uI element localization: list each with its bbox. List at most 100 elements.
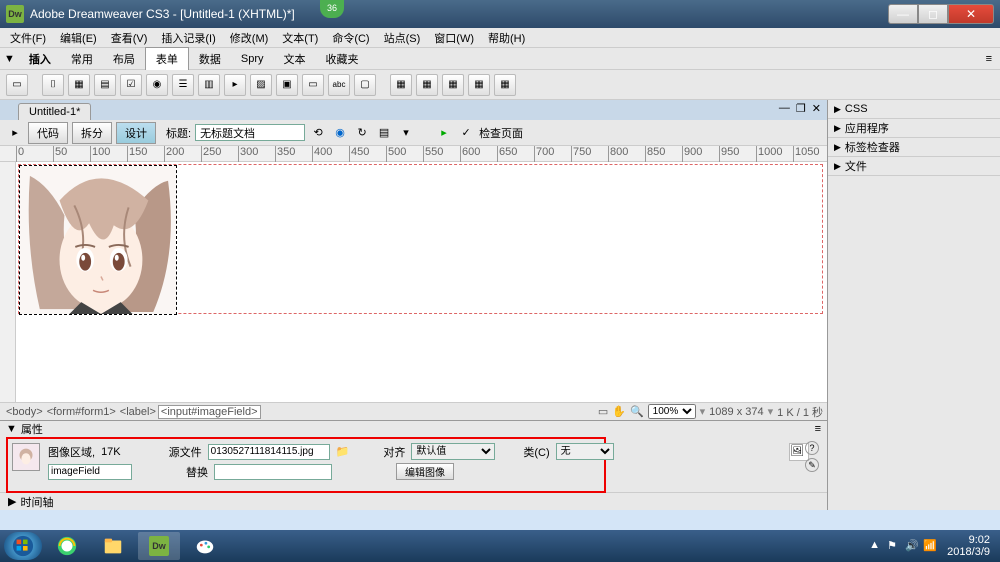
minimize-button[interactable]: — (888, 4, 918, 24)
insert-tab-spry[interactable]: Spry (231, 50, 274, 68)
form-tool-spry4[interactable]: ▦ (468, 74, 490, 96)
form-tool-spry5[interactable]: ▦ (494, 74, 516, 96)
prop-src-input[interactable] (208, 444, 330, 460)
insert-menu-arrow[interactable]: ▼ (0, 53, 19, 65)
menu-edit[interactable]: 编辑(E) (54, 28, 103, 48)
zoom-tool-icon[interactable]: 🔍 (630, 405, 644, 418)
maximize-button[interactable]: ◻ (918, 4, 948, 24)
taskbar-explorer-icon[interactable] (92, 532, 134, 560)
tray-icon[interactable]: 🔊 (905, 539, 919, 553)
tag-body[interactable]: <body> (4, 406, 45, 418)
form-tool-fieldset[interactable]: ▢ (354, 74, 376, 96)
timeline-bar[interactable]: ▶ 时间轴 (0, 492, 827, 510)
form-tool-file[interactable]: ▣ (276, 74, 298, 96)
folder-icon[interactable]: 📁 (336, 445, 350, 458)
edit-image-button[interactable]: 编辑图像 (396, 463, 454, 480)
doc-tool-check2-icon[interactable]: ✓ (457, 124, 475, 142)
tag-input[interactable]: <input#imageField> (158, 405, 261, 419)
insert-tab-forms[interactable]: 表单 (145, 47, 189, 70)
tray-clock[interactable]: 9:02 2018/3/9 (947, 534, 990, 558)
prop-alt-input[interactable] (214, 464, 332, 480)
insert-tab-data[interactable]: 数据 (189, 48, 231, 70)
form-tool-radio[interactable]: ◉ (146, 74, 168, 96)
timeline-collapse-icon[interactable]: ▶ (8, 495, 16, 508)
menu-text[interactable]: 文本(T) (276, 28, 324, 48)
form-tool-spry1[interactable]: ▦ (390, 74, 412, 96)
quick-tag-icon[interactable]: ✎ (805, 458, 819, 472)
help-icon[interactable]: ? (805, 441, 819, 455)
doc-tool-file-icon[interactable]: ▤ (375, 124, 393, 142)
prop-class-select[interactable]: 无 (556, 443, 614, 460)
tag-form[interactable]: <form#form1> (45, 406, 118, 418)
prop-align-select[interactable]: 默认值 (411, 443, 495, 460)
view-design-button[interactable]: 设计 (116, 122, 156, 144)
form-tool-image[interactable]: ▨ (250, 74, 272, 96)
form-tool-label[interactable]: abc (328, 74, 350, 96)
prop-id-input[interactable] (48, 464, 132, 480)
dreamweaver-icon: Dw (6, 5, 24, 23)
design-canvas[interactable] (16, 162, 827, 402)
start-button[interactable] (4, 532, 42, 560)
menu-insert[interactable]: 插入记录(I) (155, 28, 221, 48)
form-tool-textarea[interactable]: ▤ (94, 74, 116, 96)
form-tool-spry3[interactable]: ▦ (442, 74, 464, 96)
doc-tool-globe-icon[interactable]: ◉ (331, 124, 349, 142)
taskbar-dreamweaver-icon[interactable]: Dw (138, 532, 180, 560)
title-input[interactable] (195, 124, 305, 141)
doc-close-icon[interactable]: ✕ (812, 102, 821, 115)
tray-icon[interactable]: 📶 (923, 539, 937, 553)
form-tool-radiogroup[interactable]: ☰ (172, 74, 194, 96)
form-tool-hidden[interactable]: ▦ (68, 74, 90, 96)
doc-tool-refresh-icon[interactable]: ↻ (353, 124, 371, 142)
form-tool-jump[interactable]: ▸ (224, 74, 246, 96)
document-tab[interactable]: Untitled-1* (18, 103, 91, 120)
insert-tab-text[interactable]: 文本 (274, 48, 316, 70)
tray-icon[interactable]: ⚑ (887, 539, 901, 553)
pointer-tool-icon[interactable]: ▭ (598, 405, 608, 418)
doc-tool-1-icon[interactable]: ⟲ (309, 124, 327, 142)
doc-tool-view-icon[interactable]: ▾ (397, 124, 415, 142)
status-size: 1 K / 1 秒 (777, 404, 823, 420)
panel-files-label: 文件 (845, 158, 867, 174)
doc-restore-icon[interactable]: ❐ (796, 102, 806, 115)
insert-expand-icon[interactable]: ≡ (978, 53, 1000, 65)
view-code-button[interactable]: 代码 (28, 122, 68, 144)
insert-tab-common[interactable]: 常用 (61, 48, 103, 70)
form-tool-list[interactable]: ▥ (198, 74, 220, 96)
insert-tab-favorites[interactable]: 收藏夹 (316, 48, 369, 70)
properties-collapse-icon[interactable]: ▼ (6, 423, 17, 435)
menu-file[interactable]: 文件(F) (4, 28, 52, 48)
zoom-select[interactable]: 100% (648, 404, 696, 419)
form-tool-button[interactable]: ▭ (302, 74, 324, 96)
form-tool-textfield[interactable]: ⌷ (42, 74, 64, 96)
menu-commands[interactable]: 命令(C) (326, 28, 375, 48)
doc-minimize-icon[interactable]: — (779, 102, 790, 115)
check-page-label[interactable]: 检查页面 (479, 125, 523, 141)
taskbar-ie-icon[interactable] (46, 532, 88, 560)
window-title: Adobe Dreamweaver CS3 - [Untitled-1 (XHT… (30, 7, 888, 21)
hand-tool-icon[interactable]: ✋ (612, 405, 626, 418)
panel-tag-inspector[interactable]: ▶标签检查器 (828, 138, 1000, 156)
taskbar-paint-icon[interactable] (184, 532, 226, 560)
tray-icon[interactable]: ▲ (869, 539, 883, 553)
close-button[interactable]: ✕ (948, 4, 994, 24)
panel-application[interactable]: ▶应用程序 (828, 119, 1000, 137)
insert-tab-layout[interactable]: 布局 (103, 48, 145, 70)
view-split-button[interactable]: 拆分 (72, 122, 112, 144)
selected-image-field[interactable] (19, 165, 177, 315)
properties-title: 属性 (21, 421, 43, 437)
panel-files[interactable]: ▶文件 (828, 157, 1000, 175)
menu-window[interactable]: 窗口(W) (428, 28, 480, 48)
form-tool-form[interactable]: ▭ (6, 74, 28, 96)
menu-modify[interactable]: 修改(M) (224, 28, 275, 48)
form-tool-checkbox[interactable]: ☑ (120, 74, 142, 96)
menu-view[interactable]: 查看(V) (105, 28, 154, 48)
menu-help[interactable]: 帮助(H) (482, 28, 531, 48)
tag-label[interactable]: <label> (118, 406, 158, 418)
doc-options-icon[interactable]: ▸ (6, 124, 24, 142)
panel-css[interactable]: ▶CSS (828, 100, 1000, 118)
doc-tool-check1-icon[interactable]: ▸ (435, 124, 453, 142)
menu-site[interactable]: 站点(S) (378, 28, 427, 48)
properties-menu-icon[interactable]: ≡ (815, 423, 821, 435)
form-tool-spry2[interactable]: ▦ (416, 74, 438, 96)
